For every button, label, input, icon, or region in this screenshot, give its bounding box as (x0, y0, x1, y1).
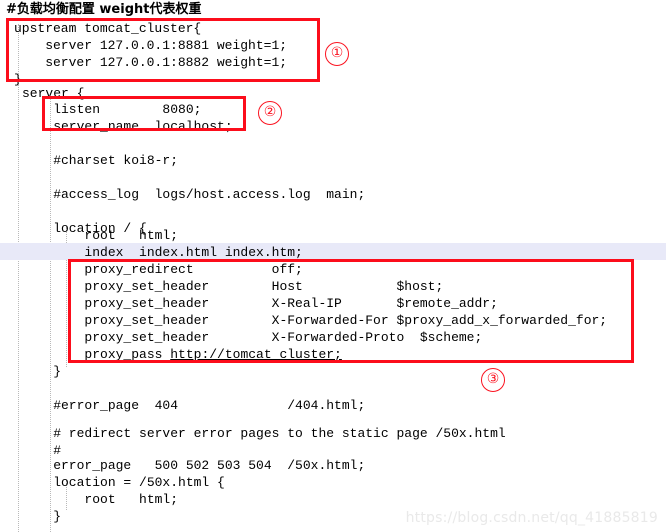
watermark: https://blog.csdn.net/qq_41885819 (405, 510, 658, 526)
code-line-l27[interactable]: # redirect server error pages to the sta… (22, 425, 505, 442)
code-line-l29[interactable]: error_page 500 502 503 504 /50x.html; (22, 457, 365, 474)
code-line-l12[interactable]: #access_log logs/host.access.log main; (22, 186, 365, 203)
code-line-l17[interactable]: proxy_redirect off; (22, 261, 302, 278)
code-line-l30[interactable]: location = /50x.html { (22, 474, 225, 491)
screenshot-root: #负载均衡配置 weight代表权重 upstream tomcat_cluste… (0, 0, 666, 532)
code-line-l7[interactable]: listen 8080; (22, 101, 201, 118)
marker-2: ② (258, 101, 282, 125)
code-line-l32[interactable]: } (22, 508, 61, 525)
code-line-l6[interactable]: server { (22, 85, 84, 102)
code-line-l20[interactable]: proxy_set_header X-Forwarded-For $proxy_… (22, 312, 607, 329)
code-line-l4[interactable]: server 127.0.0.1:8882 weight=1; (14, 54, 287, 71)
code-line-l21[interactable]: proxy_set_header X-Forwarded-Proto $sche… (22, 329, 482, 346)
code-line-l23[interactable]: } (22, 363, 61, 380)
indent-guide-0 (18, 24, 19, 532)
code-line-l19[interactable]: proxy_set_header X-Real-IP $remote_addr; (22, 295, 497, 312)
code-line-l18[interactable]: proxy_set_header Host $host; (22, 278, 443, 295)
proxy-pass-directive: proxy_pass (22, 347, 171, 362)
code-line-l8[interactable]: server_name localhost; (22, 118, 232, 135)
code-line-l22[interactable]: proxy_pass http://tomcat_cluster; (22, 346, 342, 363)
code-line-l2[interactable]: upstream tomcat_cluster{ (14, 20, 201, 37)
code-line-l10[interactable]: #charset koi8-r; (22, 152, 178, 169)
proxy-pass-url-link[interactable]: http://tomcat_cluster; (170, 347, 342, 362)
marker-1: ① (325, 42, 349, 66)
code-line-l25[interactable]: #error_page 404 /404.html; (22, 397, 365, 414)
code-line-l1[interactable]: #负载均衡配置 weight代表权重 (6, 1, 201, 18)
code-line-l31[interactable]: root html; (22, 491, 178, 508)
code-line-l16[interactable]: index index.html index.htm; (22, 244, 302, 261)
marker-3: ③ (481, 368, 505, 392)
code-line-l15[interactable]: root html; (22, 227, 178, 244)
code-line-l5[interactable]: } (14, 71, 22, 88)
code-line-l3[interactable]: server 127.0.0.1:8881 weight=1; (14, 37, 287, 54)
code-editor[interactable]: #负载均衡配置 weight代表权重 upstream tomcat_cluste… (0, 0, 666, 532)
